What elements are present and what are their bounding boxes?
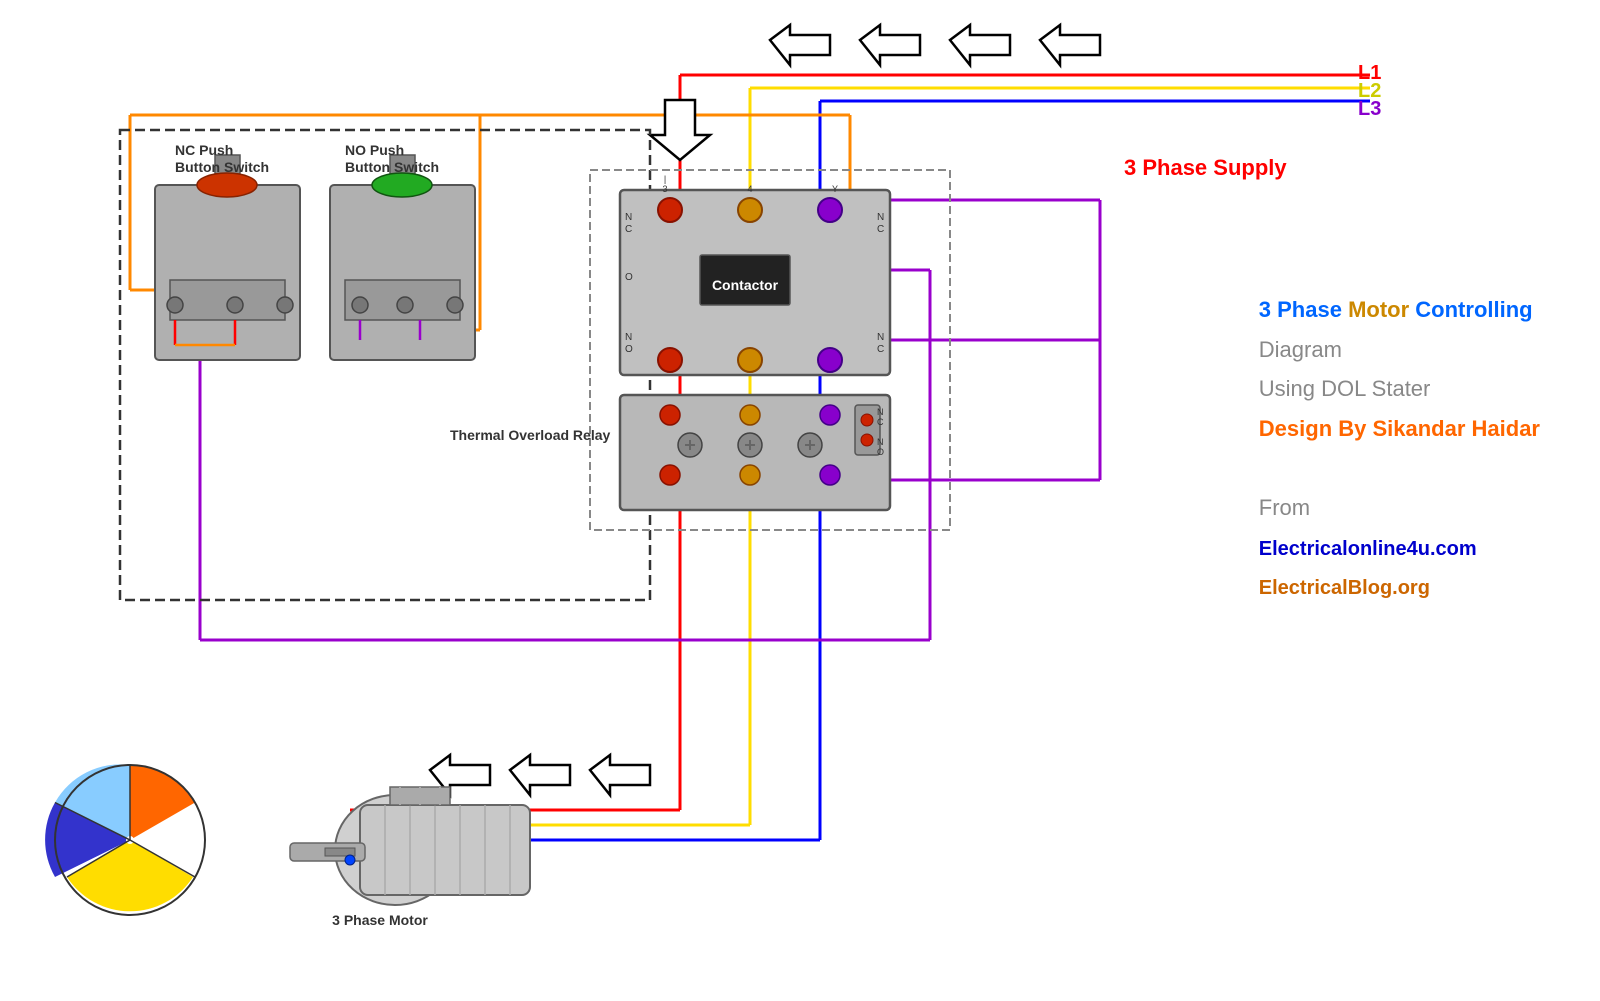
website1: Electricalonline4u.com (1259, 538, 1477, 560)
svg-text:C: C (877, 344, 884, 355)
l3-label: L3 (1358, 98, 1381, 121)
svg-text:3 Phase Motor: 3 Phase Motor (332, 912, 428, 928)
svg-text:C: C (877, 417, 884, 427)
title-diagram: Diagram (1259, 337, 1342, 362)
title-dol: Using DOL Stater (1259, 376, 1431, 401)
svg-text:Y: Y (832, 184, 838, 194)
svg-text:3: 3 (662, 184, 667, 194)
svg-text:N: N (877, 437, 884, 447)
title-controlling: Controlling (1415, 297, 1532, 322)
svg-text:N: N (625, 332, 632, 343)
svg-text:|: | (664, 174, 666, 184)
svg-text:N: N (877, 212, 884, 223)
svg-text:Button Switch: Button Switch (345, 159, 439, 175)
svg-text:Contactor: Contactor (712, 277, 779, 293)
svg-text:N: N (625, 212, 632, 223)
svg-text:N: N (877, 407, 884, 417)
title-3phase: 3 Phase (1259, 297, 1342, 322)
supply-label: 3 Phase Supply (1124, 155, 1287, 181)
title-motor: Motor (1348, 297, 1409, 322)
website2: ElectricalBlog.org (1259, 577, 1430, 599)
svg-text:O: O (877, 447, 884, 457)
svg-text:C: C (877, 224, 884, 235)
svg-text:Button Switch: Button Switch (175, 159, 269, 175)
svg-text:O: O (625, 272, 633, 283)
svg-text:NC Push: NC Push (175, 142, 233, 158)
svg-text:C: C (625, 224, 632, 235)
svg-text:4: 4 (747, 184, 752, 194)
diagram-container: N C O N O N C N C Contactor 3 | 4 Y N C (0, 0, 1600, 1001)
svg-text:N: N (877, 332, 884, 343)
svg-text:NO Push: NO Push (345, 142, 404, 158)
svg-text:O: O (625, 344, 633, 355)
title-design: Design By Sikandar Haidar (1259, 416, 1540, 441)
from-label: From (1259, 495, 1310, 520)
title-block: 3 Phase Motor Controlling Diagram Using … (1259, 290, 1540, 607)
svg-text:Thermal Overload Relay: Thermal Overload Relay (450, 427, 611, 443)
